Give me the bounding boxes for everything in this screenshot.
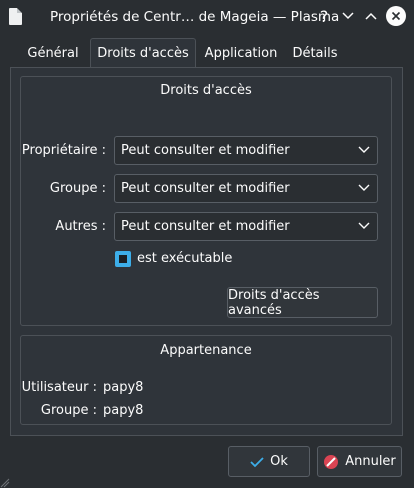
- permissions-group-title: Droits d'accès: [160, 83, 252, 98]
- help-button[interactable]: ?: [314, 6, 334, 26]
- owner-combo-value: Peut consulter et modifier: [121, 143, 290, 158]
- ownership-group-title: Appartenance: [160, 343, 252, 358]
- chevron-down-icon: [358, 184, 370, 191]
- resize-grip-icon[interactable]: [0, 476, 10, 488]
- maximize-button[interactable]: [361, 6, 381, 26]
- close-icon: [391, 11, 401, 21]
- tab-application[interactable]: Application: [196, 38, 286, 68]
- executable-checkbox[interactable]: [115, 251, 131, 267]
- executable-label[interactable]: est exécutable: [137, 251, 232, 266]
- owner-combo[interactable]: Peut consulter et modifier: [114, 136, 378, 165]
- user-label: Utilisateur :: [21, 380, 97, 395]
- chevron-down-icon: [342, 12, 354, 20]
- chevron-down-icon: [358, 146, 370, 153]
- tab-details[interactable]: Détails: [286, 38, 344, 68]
- chevron-up-icon: [365, 12, 377, 20]
- cancel-icon: [324, 454, 339, 469]
- ok-label: Ok: [270, 454, 288, 469]
- others-label: Autres :: [55, 219, 106, 234]
- tab-general[interactable]: Général: [14, 38, 92, 68]
- document-icon: [9, 8, 22, 25]
- minimize-button[interactable]: [338, 6, 358, 26]
- question-icon: ?: [319, 6, 329, 26]
- group-combo-value: Peut consulter et modifier: [121, 181, 290, 196]
- others-combo-value: Peut consulter et modifier: [121, 219, 290, 234]
- ok-button[interactable]: Ok: [228, 446, 310, 477]
- checkbox-mark: [119, 255, 127, 263]
- group-label: Groupe :: [49, 181, 106, 196]
- window-title: Propriétés de Centr… de Mageia — Plasma: [50, 9, 340, 25]
- owner-group-label: Groupe :: [40, 403, 97, 418]
- cancel-label: Annuler: [345, 454, 396, 469]
- group-combo[interactable]: Peut consulter et modifier: [114, 174, 378, 203]
- advanced-permissions-button[interactable]: Droits d'accès avancés: [227, 287, 378, 318]
- title-bar[interactable]: Propriétés de Centr… de Mageia — Plasma …: [0, 0, 414, 34]
- user-value: papy8: [103, 380, 144, 395]
- close-button[interactable]: [386, 6, 406, 26]
- checkmark-icon: [250, 456, 264, 467]
- tab-permissions[interactable]: Droits d'accès: [90, 38, 196, 68]
- cancel-button[interactable]: Annuler: [317, 446, 402, 477]
- owner-label: Propriétaire :: [21, 143, 106, 158]
- chevron-down-icon: [358, 222, 370, 229]
- owner-group-value: papy8: [103, 403, 144, 418]
- others-combo[interactable]: Peut consulter et modifier: [114, 212, 378, 241]
- tab-bar: Général Droits d'accès Application Détai…: [10, 38, 404, 68]
